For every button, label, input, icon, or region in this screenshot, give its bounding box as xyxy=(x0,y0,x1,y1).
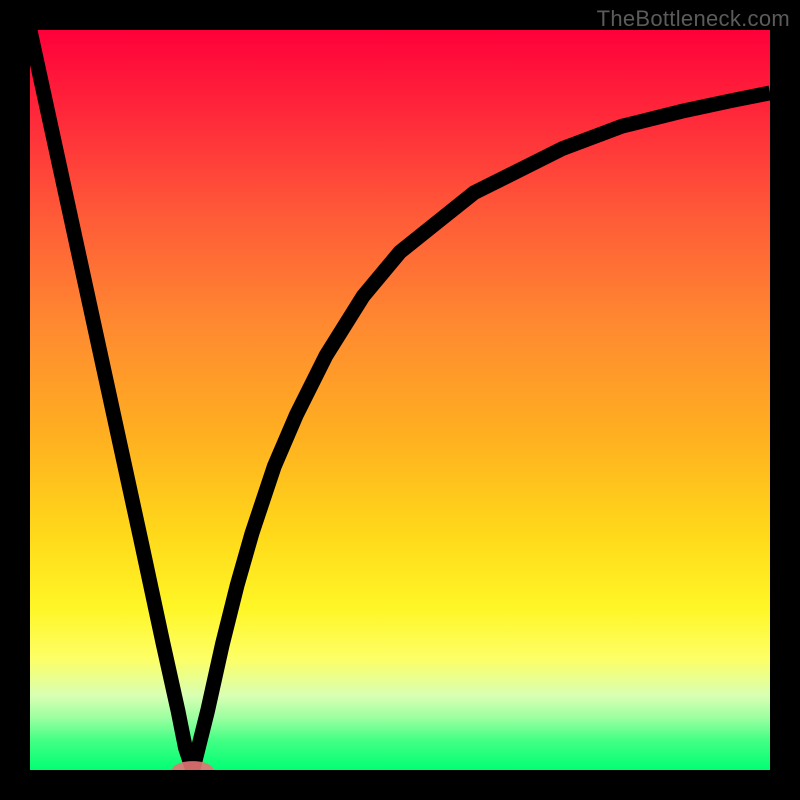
line-right-branch xyxy=(193,93,770,770)
watermark-text: TheBottleneck.com xyxy=(597,6,790,32)
chart-svg xyxy=(30,30,770,770)
chart-frame: TheBottleneck.com xyxy=(0,0,800,800)
plot-area xyxy=(30,30,770,770)
line-left-branch xyxy=(30,30,193,770)
minimum-marker xyxy=(172,761,213,770)
